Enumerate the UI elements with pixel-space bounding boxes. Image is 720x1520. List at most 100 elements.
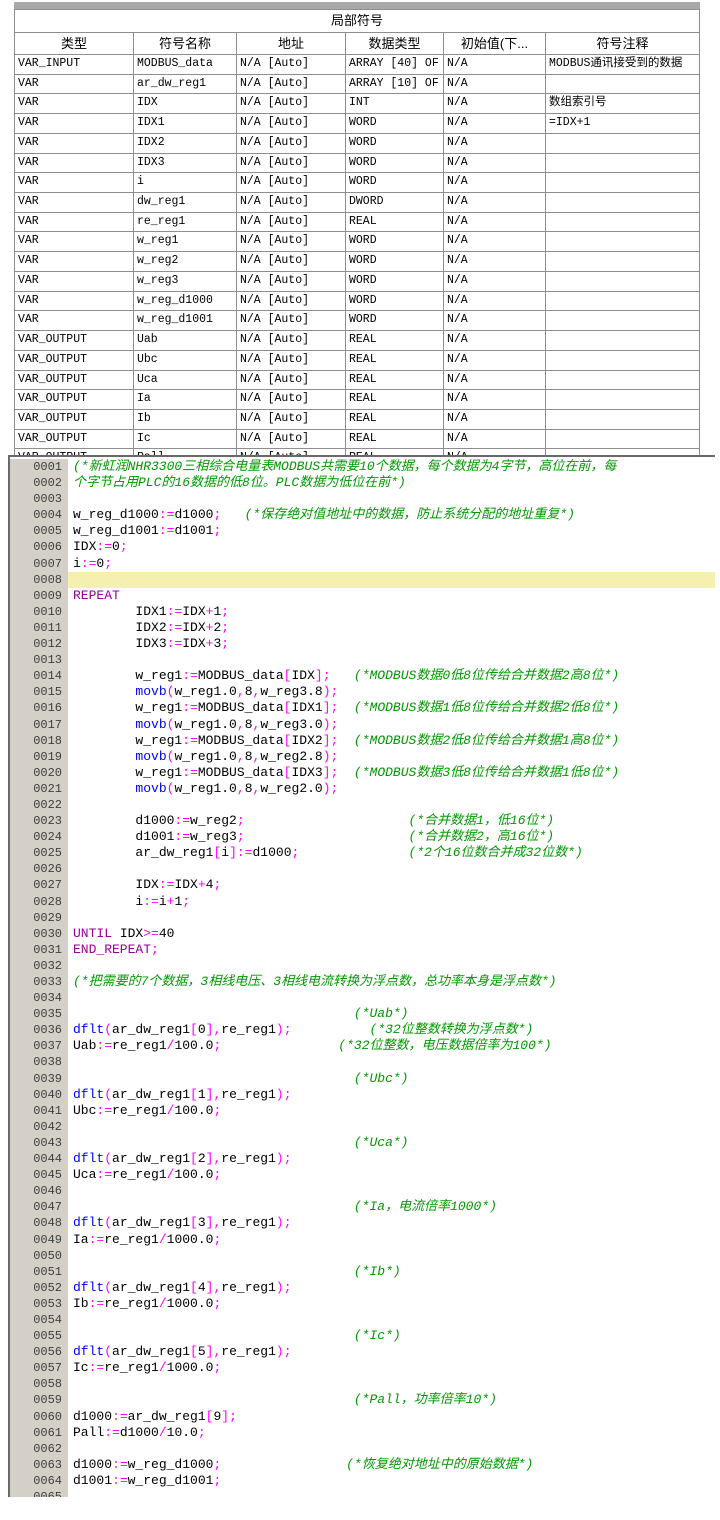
code-line[interactable]: 0058 <box>10 1376 715 1392</box>
symbol-cell[interactable]: REAL <box>346 371 444 390</box>
code-line[interactable]: 0060d1000:=ar_dw_reg1[9]; <box>10 1409 715 1425</box>
symbol-cell[interactable]: REAL <box>346 351 444 370</box>
code-text[interactable]: Ubc:=re_reg1/100.0; <box>68 1103 715 1119</box>
symbol-cell[interactable]: 数组索引号 <box>546 94 699 113</box>
symbol-cell[interactable]: VAR_INPUT <box>15 55 134 74</box>
code-text[interactable]: dflt(ar_dw_reg1[3],re_reg1); <box>68 1215 715 1231</box>
code-text[interactable] <box>68 1183 715 1199</box>
code-text[interactable]: d1000:=ar_dw_reg1[9]; <box>68 1409 715 1425</box>
code-line[interactable]: 0056dflt(ar_dw_reg1[5],re_reg1); <box>10 1344 715 1360</box>
code-text[interactable]: IDX2:=IDX+2; <box>68 620 715 636</box>
code-text[interactable] <box>68 990 715 1006</box>
code-line[interactable]: 0038 <box>10 1054 715 1070</box>
symbol-row[interactable]: VARw_reg3N/A [Auto]WORDN/A <box>15 272 699 292</box>
code-line[interactable]: 0062 <box>10 1441 715 1457</box>
symbol-cell[interactable]: i <box>134 173 237 192</box>
symbol-cell[interactable] <box>546 232 699 251</box>
code-text[interactable]: i:=0; <box>68 556 715 572</box>
code-text[interactable]: (*Ib*) <box>68 1264 715 1280</box>
symbol-cell[interactable]: N/A <box>444 232 546 251</box>
symbol-cell[interactable]: IDX1 <box>134 114 237 133</box>
symbol-row[interactable]: VAR_INPUTMODBUS_dataN/A [Auto]ARRAY [40]… <box>15 55 699 75</box>
symbol-row[interactable]: VARre_reg1N/A [Auto]REALN/A <box>15 213 699 233</box>
code-text[interactable]: dflt(ar_dw_reg1[5],re_reg1); <box>68 1344 715 1360</box>
symbol-cell[interactable]: REAL <box>346 331 444 350</box>
code-text[interactable]: movb(w_reg1.0,8,w_reg3.0); <box>68 717 715 733</box>
symbol-cell[interactable]: dw_reg1 <box>134 193 237 212</box>
symbol-cell[interactable]: N/A <box>444 292 546 311</box>
code-text[interactable]: Uab:=re_reg1/100.0; (*32位整数，电压数据倍率为100*) <box>68 1038 715 1054</box>
code-text[interactable] <box>68 652 715 668</box>
code-text[interactable]: w_reg1:=MODBUS_data[IDX2]; (*MODBUS数据2低8… <box>68 733 715 749</box>
code-text[interactable] <box>68 1441 715 1457</box>
code-text[interactable]: END_REPEAT; <box>68 942 715 958</box>
symbol-row[interactable]: VARw_reg1N/A [Auto]WORDN/A <box>15 232 699 252</box>
symbol-cell[interactable]: N/A [Auto] <box>237 351 346 370</box>
code-line[interactable]: 0030UNTIL IDX>=40 <box>10 926 715 942</box>
symbol-cell[interactable]: WORD <box>346 292 444 311</box>
code-line[interactable]: 0053Ib:=re_reg1/1000.0; <box>10 1296 715 1312</box>
code-text[interactable]: Uca:=re_reg1/100.0; <box>68 1167 715 1183</box>
symbol-cell[interactable]: VAR <box>15 173 134 192</box>
code-line[interactable]: 0063d1000:=w_reg_d1000; (*恢复绝对地址中的原始数据*) <box>10 1457 715 1473</box>
code-line[interactable]: 0054 <box>10 1312 715 1328</box>
symbol-cell[interactable]: w_reg_d1000 <box>134 292 237 311</box>
code-text[interactable]: d1000:=w_reg_d1000; (*恢复绝对地址中的原始数据*) <box>68 1457 715 1473</box>
symbol-cell[interactable]: VAR <box>15 154 134 173</box>
code-text[interactable] <box>68 797 715 813</box>
code-text[interactable]: w_reg1:=MODBUS_data[IDX]; (*MODBUS数据0低8位… <box>68 668 715 684</box>
symbol-cell[interactable]: VAR <box>15 75 134 94</box>
symbol-cell[interactable]: N/A [Auto] <box>237 55 346 74</box>
symbol-cell[interactable]: Ib <box>134 410 237 429</box>
code-line[interactable]: 0008 <box>10 572 715 588</box>
code-text[interactable]: (*Uca*) <box>68 1135 715 1151</box>
code-text[interactable] <box>68 1054 715 1070</box>
code-line[interactable]: 0018 w_reg1:=MODBUS_data[IDX2]; (*MODBUS… <box>10 733 715 749</box>
code-line[interactable]: 0048dflt(ar_dw_reg1[3],re_reg1); <box>10 1215 715 1231</box>
symbol-cell[interactable]: N/A [Auto] <box>237 213 346 232</box>
code-line[interactable]: 0055 (*Ic*) <box>10 1328 715 1344</box>
symbol-cell[interactable]: REAL <box>346 213 444 232</box>
symbol-cell[interactable]: =IDX+1 <box>546 114 699 133</box>
code-line[interactable]: 0001(*新虹润NHR3300三相综合电量表MODBUS共需要10个数据，每个… <box>10 459 715 475</box>
symbol-cell[interactable]: N/A [Auto] <box>237 154 346 173</box>
symbol-cell[interactable] <box>546 213 699 232</box>
code-text[interactable]: dflt(ar_dw_reg1[2],re_reg1); <box>68 1151 715 1167</box>
symbol-cell[interactable]: INT <box>346 94 444 113</box>
symbol-cell[interactable]: ARRAY [10] OF DWORD <box>346 75 444 94</box>
symbol-row[interactable]: VARIDX2N/A [Auto]WORDN/A <box>15 134 699 154</box>
symbol-cell[interactable]: WORD <box>346 173 444 192</box>
symbol-cell[interactable]: VAR <box>15 232 134 251</box>
symbol-cell[interactable]: VAR <box>15 94 134 113</box>
code-text[interactable]: UNTIL IDX>=40 <box>68 926 715 942</box>
code-text[interactable]: (*Uab*) <box>68 1006 715 1022</box>
symbol-cell[interactable]: N/A <box>444 410 546 429</box>
code-text[interactable]: w_reg_d1000:=d1000; (*保存绝对值地址中的数据，防止系统分配… <box>68 507 715 523</box>
code-text[interactable]: Ia:=re_reg1/1000.0; <box>68 1232 715 1248</box>
symbol-cell[interactable]: VAR <box>15 292 134 311</box>
symbol-cell[interactable]: VAR_OUTPUT <box>15 410 134 429</box>
code-line[interactable]: 0046 <box>10 1183 715 1199</box>
symbol-cell[interactable]: VAR <box>15 213 134 232</box>
symbol-cell[interactable]: WORD <box>346 232 444 251</box>
symbol-cell[interactable]: N/A [Auto] <box>237 94 346 113</box>
code-line[interactable]: 0023 d1000:=w_reg2; (*合并数据1，低16位*) <box>10 813 715 829</box>
symbol-cell[interactable]: Uca <box>134 371 237 390</box>
code-text[interactable]: Ic:=re_reg1/1000.0; <box>68 1360 715 1376</box>
symbol-row[interactable]: VARar_dw_reg1N/A [Auto]ARRAY [10] OF DWO… <box>15 75 699 95</box>
symbol-cell[interactable]: N/A <box>444 390 546 409</box>
symbol-cell[interactable] <box>546 371 699 390</box>
symbol-cell[interactable]: WORD <box>346 311 444 330</box>
symbol-cell[interactable]: ar_dw_reg1 <box>134 75 237 94</box>
symbol-cell[interactable] <box>546 193 699 212</box>
symbol-cell[interactable] <box>546 75 699 94</box>
symbol-cell[interactable]: WORD <box>346 252 444 271</box>
code-line[interactable]: 0011 IDX2:=IDX+2; <box>10 620 715 636</box>
code-text[interactable]: IDX3:=IDX+3; <box>68 636 715 652</box>
code-text[interactable]: (*把需要的7个数据，3相线电压、3相线电流转换为浮点数，总功率本身是浮点数*) <box>68 974 715 990</box>
code-line[interactable]: 0051 (*Ib*) <box>10 1264 715 1280</box>
symbol-cell[interactable]: REAL <box>346 390 444 409</box>
code-line[interactable]: 0027 IDX:=IDX+4; <box>10 877 715 893</box>
code-line[interactable]: 0043 (*Uca*) <box>10 1135 715 1151</box>
code-line[interactable]: 0028 i:=i+1; <box>10 894 715 910</box>
